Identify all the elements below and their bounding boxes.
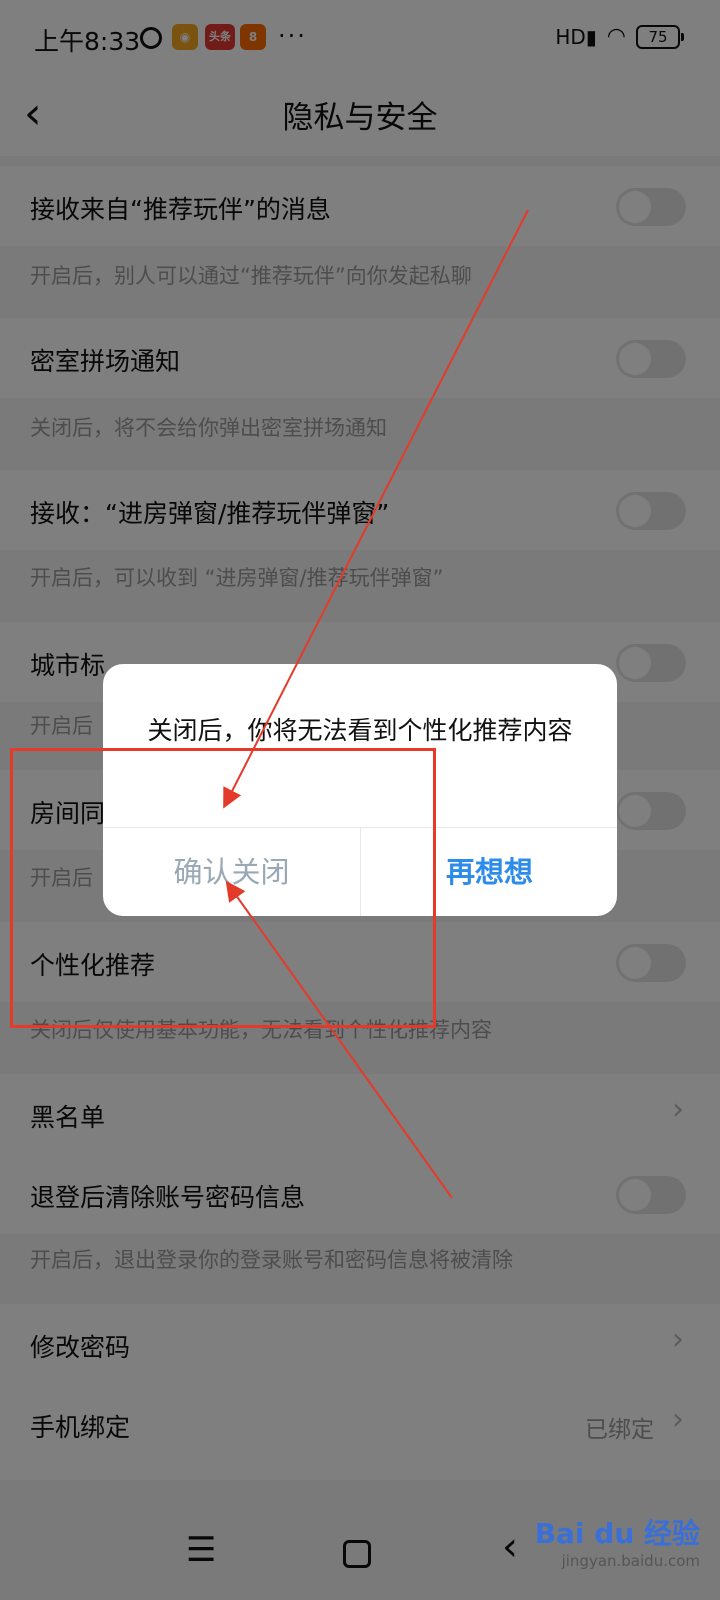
watermark-logo: Bai du 经验 — [534, 1517, 700, 1550]
watermark-url: jingyan.baidu.com — [561, 1552, 700, 1570]
dialog-message: 关闭后，你将无法看到个性化推荐内容 — [147, 716, 573, 745]
annotation-highlight-box — [10, 748, 436, 1028]
baidu-watermark: Bai du 经验 jingyan.baidu.com — [535, 1512, 700, 1570]
